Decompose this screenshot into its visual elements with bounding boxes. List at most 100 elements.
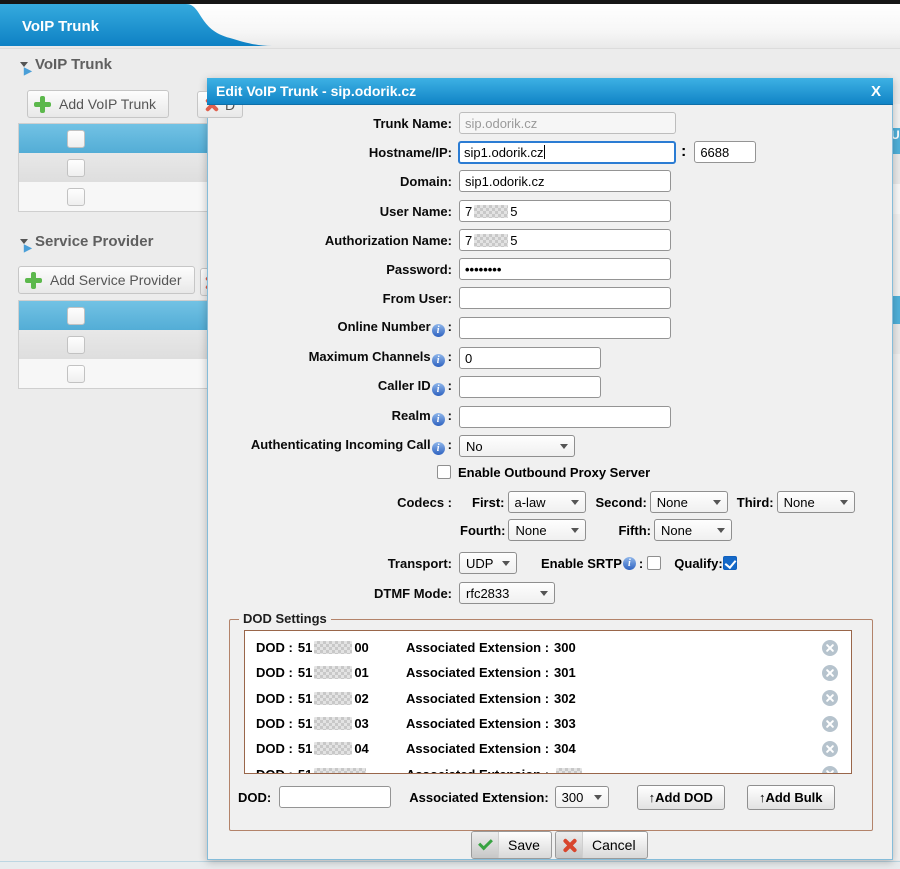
dod-list: DOD :5100 Associated Extension :300 DOD … xyxy=(244,630,852,774)
delete-dod-icon[interactable] xyxy=(822,766,838,774)
from-user-input[interactable] xyxy=(459,287,671,309)
censored-text xyxy=(314,666,352,679)
codec-fourth-label: Fourth: xyxy=(460,523,505,538)
table-row[interactable] xyxy=(19,359,209,388)
associated-extension-select[interactable]: 300 xyxy=(555,786,609,808)
edit-voip-trunk-dialog: Trunk Name: Hostname/IP: sip1.odorik.cz … xyxy=(207,78,893,860)
from-user-label: From User: xyxy=(208,291,456,306)
plus-icon xyxy=(25,272,42,289)
row-checkbox[interactable] xyxy=(67,365,85,383)
table-row[interactable] xyxy=(19,330,209,359)
select-all-checkbox[interactable] xyxy=(67,130,85,148)
service-provider-section-header: ▶ Service Provider xyxy=(14,233,153,250)
tab-title: VoIP Trunk xyxy=(22,18,99,35)
add-dod-button[interactable]: ↑Add DOD xyxy=(637,785,725,810)
sliver-table-header: U xyxy=(893,128,900,154)
caller-id-input[interactable] xyxy=(459,376,601,398)
domain-input[interactable] xyxy=(459,170,671,192)
authenticating-incoming-call-label: Authenticating Incoming Calli: xyxy=(208,437,456,455)
dod-input[interactable] xyxy=(279,786,391,808)
delete-dod-icon[interactable] xyxy=(822,640,838,656)
maximum-channels-input[interactable] xyxy=(459,347,601,369)
dod-row: DOD :5100 Associated Extension :300 xyxy=(245,635,851,660)
dod-settings-legend: DOD Settings xyxy=(239,611,331,626)
voip-trunk-section-title: VoIP Trunk xyxy=(35,56,112,73)
realm-row: Realmi: xyxy=(208,406,892,428)
dod-add-label: DOD: xyxy=(238,790,271,805)
info-icon[interactable]: i xyxy=(432,324,445,337)
delete-dod-icon[interactable] xyxy=(822,716,838,732)
realm-input[interactable] xyxy=(459,406,671,428)
cancel-icon-area xyxy=(556,832,583,858)
codec-third-select[interactable]: None xyxy=(777,491,855,513)
cancel-button[interactable]: Cancel xyxy=(555,831,648,859)
outbound-proxy-label: Enable Outbound Proxy Server xyxy=(458,465,650,480)
select-all-checkbox[interactable] xyxy=(67,307,85,325)
sliver-table-header xyxy=(893,296,900,324)
save-icon-area xyxy=(472,832,499,858)
check-icon xyxy=(478,836,493,851)
row-checkbox[interactable] xyxy=(67,159,85,177)
add-voip-trunk-button[interactable]: Add VoIP Trunk xyxy=(27,90,169,118)
qualify-label: Qualify: xyxy=(674,556,722,571)
info-icon[interactable]: i xyxy=(432,442,445,455)
info-icon[interactable]: i xyxy=(623,557,636,570)
delete-dod-icon[interactable] xyxy=(822,665,838,681)
outbound-proxy-checkbox[interactable] xyxy=(437,465,451,479)
port-input[interactable] xyxy=(694,141,756,163)
maximum-channels-row: Maximum Channelsi: xyxy=(208,347,892,369)
authenticating-incoming-call-select[interactable]: No xyxy=(459,435,575,457)
table-header-row xyxy=(19,124,209,153)
password-label: Password: xyxy=(208,262,456,277)
row-checkbox[interactable] xyxy=(67,188,85,206)
screen: VoIP Trunk ▶ VoIP Trunk Add VoIP Trunk ▶… xyxy=(0,0,900,869)
close-icon[interactable]: X xyxy=(871,83,881,100)
info-icon[interactable]: i xyxy=(432,383,445,396)
section-arrow-icon: ▶ xyxy=(20,62,28,67)
text-caret xyxy=(544,145,545,159)
background-sliver: U xyxy=(893,104,900,860)
add-service-provider-button[interactable]: Add Service Provider xyxy=(18,266,195,294)
table-row[interactable] xyxy=(19,153,209,182)
hostname-input[interactable]: sip1.odorik.cz xyxy=(458,141,676,164)
trunk-name-input[interactable] xyxy=(459,112,676,134)
transport-select[interactable]: UDP xyxy=(459,552,517,574)
password-input[interactable] xyxy=(459,258,671,280)
qualify-checkbox[interactable] xyxy=(723,556,737,570)
codecs-label: Codecs : xyxy=(208,495,456,510)
outbound-proxy-row: Enable Outbound Proxy Server xyxy=(208,461,892,483)
censored-text xyxy=(314,768,366,774)
online-number-input[interactable] xyxy=(459,317,671,339)
maximum-channels-label: Maximum Channelsi: xyxy=(208,349,456,367)
service-provider-table xyxy=(18,300,210,389)
info-icon[interactable]: i xyxy=(432,354,445,367)
codec-fourth-select[interactable]: None xyxy=(508,519,586,541)
save-button[interactable]: Save xyxy=(471,831,552,859)
dtmf-mode-label: DTMF Mode: xyxy=(208,586,456,601)
user-name-input[interactable]: 7 5 xyxy=(459,200,671,222)
delete-dod-icon[interactable] xyxy=(822,741,838,757)
censored-text xyxy=(314,717,352,730)
row-checkbox[interactable] xyxy=(67,336,85,354)
delete-dod-icon[interactable] xyxy=(822,690,838,706)
caller-id-label: Caller IDi: xyxy=(208,378,456,396)
codec-fifth-select[interactable]: None xyxy=(654,519,732,541)
dtmf-mode-select[interactable]: rfc2833 xyxy=(459,582,555,604)
enable-srtp-checkbox[interactable] xyxy=(647,556,661,570)
table-row[interactable] xyxy=(19,182,209,211)
dod-row: DOD :5101 Associated Extension :301 xyxy=(245,660,851,685)
password-row: Password: xyxy=(208,258,892,280)
add-bulk-button[interactable]: ↑Add Bulk xyxy=(747,785,835,810)
authorization-name-input[interactable]: 7 5 xyxy=(459,229,671,251)
chevron-down-icon xyxy=(713,500,721,505)
codec-first-select[interactable]: a-law xyxy=(508,491,586,513)
censored-text xyxy=(474,205,508,218)
voip-trunk-tab[interactable]: VoIP Trunk xyxy=(0,4,280,46)
caller-id-row: Caller IDi: xyxy=(208,376,892,398)
censored-text xyxy=(314,641,352,654)
info-icon[interactable]: i xyxy=(432,413,445,426)
online-number-row: Online Numberi: xyxy=(208,317,892,339)
domain-label: Domain: xyxy=(208,174,456,189)
codec-second-select[interactable]: None xyxy=(650,491,728,513)
table-header-row xyxy=(19,301,209,330)
